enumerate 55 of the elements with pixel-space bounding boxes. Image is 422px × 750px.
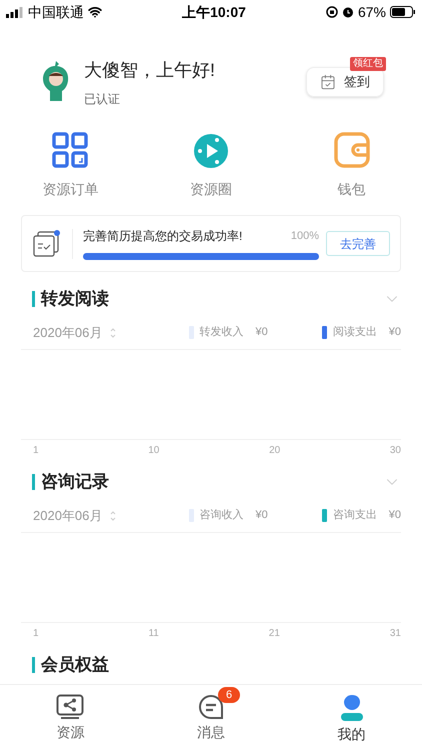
- greeting: 大傻智，上午好!: [84, 58, 216, 82]
- legend-amount: ¥0: [388, 325, 401, 340]
- legend-label: 转发收入: [200, 325, 244, 340]
- carrier-name: 中国联通: [28, 2, 84, 22]
- axis-label: 20: [269, 444, 280, 458]
- wifi-icon: [88, 5, 102, 19]
- person-icon: [338, 694, 365, 722]
- share-screen-icon: [56, 694, 84, 720]
- grid-icon: [52, 132, 88, 168]
- battery-percent: 67%: [358, 2, 386, 22]
- rotation-lock-icon: [326, 6, 338, 18]
- legend-label: 咨询支出: [332, 508, 377, 524]
- resume-prompt: 完善简历提高您的交易成功率!: [83, 228, 242, 245]
- month-picker[interactable]: 2020年06月: [33, 506, 102, 526]
- tab-item[interactable]: 我的: [281, 686, 422, 750]
- section-title: 咨询记录: [41, 471, 109, 494]
- axis-label: 30: [390, 444, 401, 458]
- sort-arrows-icon[interactable]: [110, 326, 116, 338]
- axis-label: 21: [268, 626, 280, 640]
- reward-badge: 领红包: [350, 57, 386, 71]
- shortcut-item[interactable]: 资源圈: [140, 132, 282, 200]
- document-check-icon: [32, 228, 62, 258]
- legend-amount: ¥0: [388, 508, 401, 524]
- progress-percent: 100%: [290, 228, 319, 244]
- battery-icon: [390, 6, 416, 18]
- section-marker: [32, 291, 35, 307]
- legend-label: 咨询收入: [200, 508, 244, 524]
- verified-status: 已认证: [84, 90, 121, 108]
- section-title: 会员权益: [41, 654, 109, 676]
- calendar-icon: [320, 74, 336, 90]
- section-title: 转发阅读: [41, 288, 109, 310]
- message-icon: [198, 694, 224, 720]
- section-marker: [32, 657, 35, 673]
- complete-button[interactable]: 去完善: [326, 231, 390, 256]
- clock: 上午10:07: [182, 2, 246, 22]
- section-marker: [32, 474, 35, 490]
- wallet-icon: [334, 132, 370, 168]
- legend-amount: ¥0: [256, 325, 268, 340]
- tab-item[interactable]: 6 消息: [140, 686, 282, 750]
- shortcut-item[interactable]: 钱包: [281, 132, 422, 200]
- legend-label: 阅读支出: [332, 325, 377, 340]
- axis-label: 1: [33, 444, 39, 458]
- sort-arrows-icon[interactable]: [110, 510, 116, 522]
- signal-icon: [6, 6, 24, 18]
- alarm-icon: [342, 6, 354, 18]
- shortcut-item[interactable]: 资源订单: [0, 132, 141, 200]
- play-circle-icon: [192, 132, 230, 170]
- unread-badge: 6: [218, 687, 240, 703]
- month-picker[interactable]: 2020年06月: [33, 322, 102, 342]
- axis-label: 31: [390, 626, 401, 640]
- tab-item[interactable]: 资源: [0, 686, 141, 750]
- legend-amount: ¥0: [256, 508, 268, 524]
- axis-label: 10: [148, 444, 160, 458]
- axis-label: 1: [33, 626, 39, 640]
- axis-label: 11: [148, 626, 159, 640]
